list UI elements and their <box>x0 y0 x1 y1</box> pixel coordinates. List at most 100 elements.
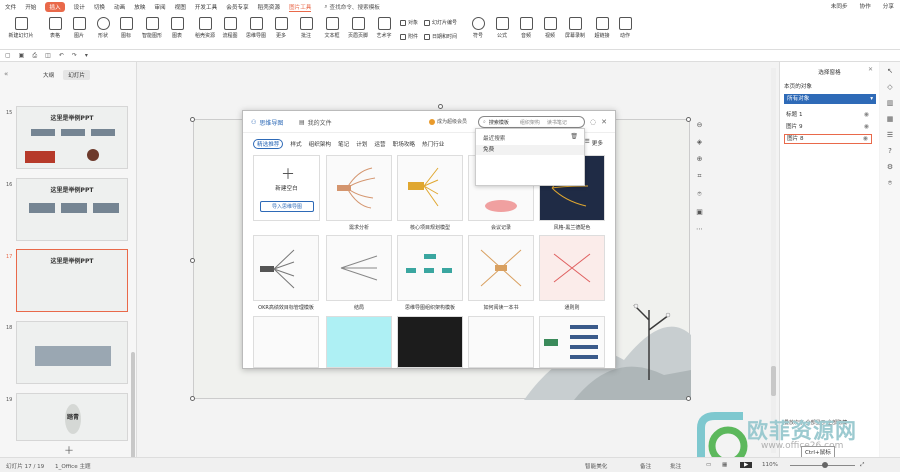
canvas-scrollbar[interactable] <box>771 68 776 453</box>
resize-handle[interactable] <box>190 396 195 401</box>
slide-thumbnail-18[interactable] <box>16 321 128 384</box>
menu-file[interactable]: 文件 <box>5 3 16 11</box>
art-text-button[interactable]: 艺术字 <box>370 17 398 39</box>
sync-status[interactable]: 未同步 <box>831 2 848 10</box>
tab-slides[interactable]: 幻灯片 <box>63 70 90 80</box>
fit-icon[interactable]: ⤢ <box>860 462 864 469</box>
menu-view[interactable]: 视图 <box>175 3 186 11</box>
zoom-icon[interactable]: ⊕ <box>697 155 703 163</box>
object-filter-select[interactable]: 所有对象 ▾ <box>784 94 876 104</box>
tab-outline[interactable]: 大纲 <box>38 70 59 80</box>
object-row[interactable]: 标题 1 ◉ <box>784 110 872 120</box>
table-icon[interactable]: ▦ <box>887 115 894 123</box>
header-footer-button[interactable]: 页眉页脚 <box>344 17 372 39</box>
eye-icon[interactable]: ◉ <box>864 122 869 132</box>
more-categories-button[interactable]: ☰ 更多 <box>585 139 603 147</box>
settings-icon[interactable]: ⚙ <box>887 163 893 171</box>
print-icon[interactable]: ⎙ <box>32 52 37 60</box>
beautify-button[interactable]: 智能美化 <box>585 462 607 470</box>
tab-my-files[interactable]: ▤ 我的文件 <box>299 118 332 127</box>
comments-button[interactable]: 批注 <box>670 462 681 470</box>
menu-slideshow[interactable]: 放映 <box>134 3 145 11</box>
textbox-button[interactable]: 文本框 <box>318 17 346 39</box>
template-card[interactable] <box>468 235 534 301</box>
smart-graphic-button[interactable]: 智能图形 <box>137 17 167 39</box>
chat-icon[interactable]: ◌ <box>590 118 596 126</box>
new-slide-button[interactable]: 新建幻灯片 <box>4 17 38 39</box>
template-search-input[interactable]: ⌕ 搜索模板 组织架构 读书笔记 <box>478 116 585 128</box>
template-card[interactable] <box>539 235 605 301</box>
create-blank-card[interactable]: ＋ 新建空白 导入思维导图 <box>253 155 320 221</box>
object-row[interactable]: 图片 9 ◉ <box>784 122 872 132</box>
category-notes[interactable]: 笔记 <box>338 140 349 148</box>
cursor-icon[interactable]: ↖ <box>887 67 893 75</box>
import-mindmap-button[interactable]: 导入思维导图 <box>260 201 314 212</box>
scrollbar-thumb[interactable] <box>771 366 776 396</box>
save-icon[interactable]: ▣ <box>19 52 25 59</box>
object-button[interactable]: 对象 <box>400 19 418 26</box>
vip-button[interactable]: 成为超级会员 <box>429 118 467 125</box>
menu-developer[interactable]: 开发工具 <box>195 3 217 11</box>
grid-view-icon[interactable]: ▦ <box>722 462 727 468</box>
trash-icon[interactable]: 🗑 <box>570 133 578 140</box>
category-plan[interactable]: 计划 <box>356 140 367 148</box>
slide-number-button[interactable]: 幻灯片编号 <box>424 19 457 26</box>
template-card[interactable] <box>253 235 319 301</box>
menu-insert[interactable]: 插入 <box>45 2 65 12</box>
slide-thumbnail-15[interactable]: 这里是举例PPT <box>16 106 128 169</box>
menu-review[interactable]: 审阅 <box>154 3 165 11</box>
category-career[interactable]: 职场攻略 <box>393 140 415 148</box>
normal-view-icon[interactable]: ▭ <box>706 462 711 468</box>
category-ops[interactable]: 运营 <box>374 140 385 148</box>
list-icon[interactable]: ☰ <box>887 131 893 139</box>
table-button[interactable]: 表格 <box>42 17 68 39</box>
menu-design[interactable]: 设计 <box>74 3 85 11</box>
icons-button[interactable]: 图标 <box>113 17 139 39</box>
tab-mindmap[interactable]: ⚇ 思维导图 <box>251 118 283 127</box>
picture-button[interactable]: 图片 <box>66 17 92 39</box>
template-card[interactable] <box>326 155 392 221</box>
mindmap-button[interactable]: 思维导图 <box>241 17 271 39</box>
audio-button[interactable]: 音频 <box>513 17 539 39</box>
resize-handle[interactable] <box>686 396 691 401</box>
resize-handle[interactable] <box>190 117 195 122</box>
template-card[interactable] <box>326 235 392 301</box>
open-icon[interactable]: ▢ <box>5 52 11 59</box>
template-card[interactable] <box>397 155 463 221</box>
recent-search-item[interactable]: 免费 <box>476 145 584 155</box>
category-featured[interactable]: 精选推荐 <box>253 139 284 149</box>
zoom-slider-thumb[interactable] <box>822 462 828 468</box>
dockit-button[interactable]: 稻壳资源 <box>190 17 220 39</box>
eye-icon[interactable]: ◉ <box>863 135 868 143</box>
screen-record-button[interactable]: 屏幕录制 <box>561 17 589 39</box>
shape-style-icon[interactable]: ◇ <box>887 83 892 91</box>
add-slide-icon[interactable]: ＋ <box>64 442 74 457</box>
slide-thumbnail-16[interactable]: 这里是举例PPT <box>16 178 128 241</box>
location-icon[interactable]: ⌾ <box>888 179 892 188</box>
undo-icon[interactable]: ↶ <box>59 52 64 59</box>
symbol-button[interactable]: 符号 <box>465 17 491 39</box>
template-card[interactable] <box>253 316 319 368</box>
menu-member[interactable]: 会员专享 <box>226 3 248 11</box>
template-card[interactable] <box>397 235 463 301</box>
chart-button[interactable]: 图表 <box>164 17 190 39</box>
template-card[interactable] <box>539 316 605 368</box>
resize-handle[interactable] <box>686 117 691 122</box>
menu-dockit[interactable]: 稻壳资源 <box>258 3 280 11</box>
close-icon[interactable]: ✕ <box>868 66 873 73</box>
zoom-level[interactable]: 110% <box>762 462 778 468</box>
action-button[interactable]: 动作 <box>612 17 638 39</box>
menu-home[interactable]: 开始 <box>25 3 36 11</box>
fill-icon[interactable]: ▥ <box>887 99 894 107</box>
eye-icon[interactable]: ◉ <box>864 110 869 120</box>
preview-icon[interactable]: ◫ <box>45 52 51 59</box>
collapse-panel-icon[interactable]: « <box>4 70 8 78</box>
date-time-button[interactable]: 日期和时间 <box>424 33 457 40</box>
category-org[interactable]: 组织架构 <box>309 140 331 148</box>
command-search[interactable]: ⌕ 查找命令、搜索模板 <box>324 3 380 12</box>
minus-icon[interactable]: ⊖ <box>697 121 703 129</box>
flowchart-button[interactable]: 流程图 <box>217 17 243 39</box>
customize-icon[interactable]: ▾ <box>85 52 88 59</box>
share-button[interactable]: 分享 <box>883 2 894 10</box>
template-card[interactable] <box>397 316 463 368</box>
